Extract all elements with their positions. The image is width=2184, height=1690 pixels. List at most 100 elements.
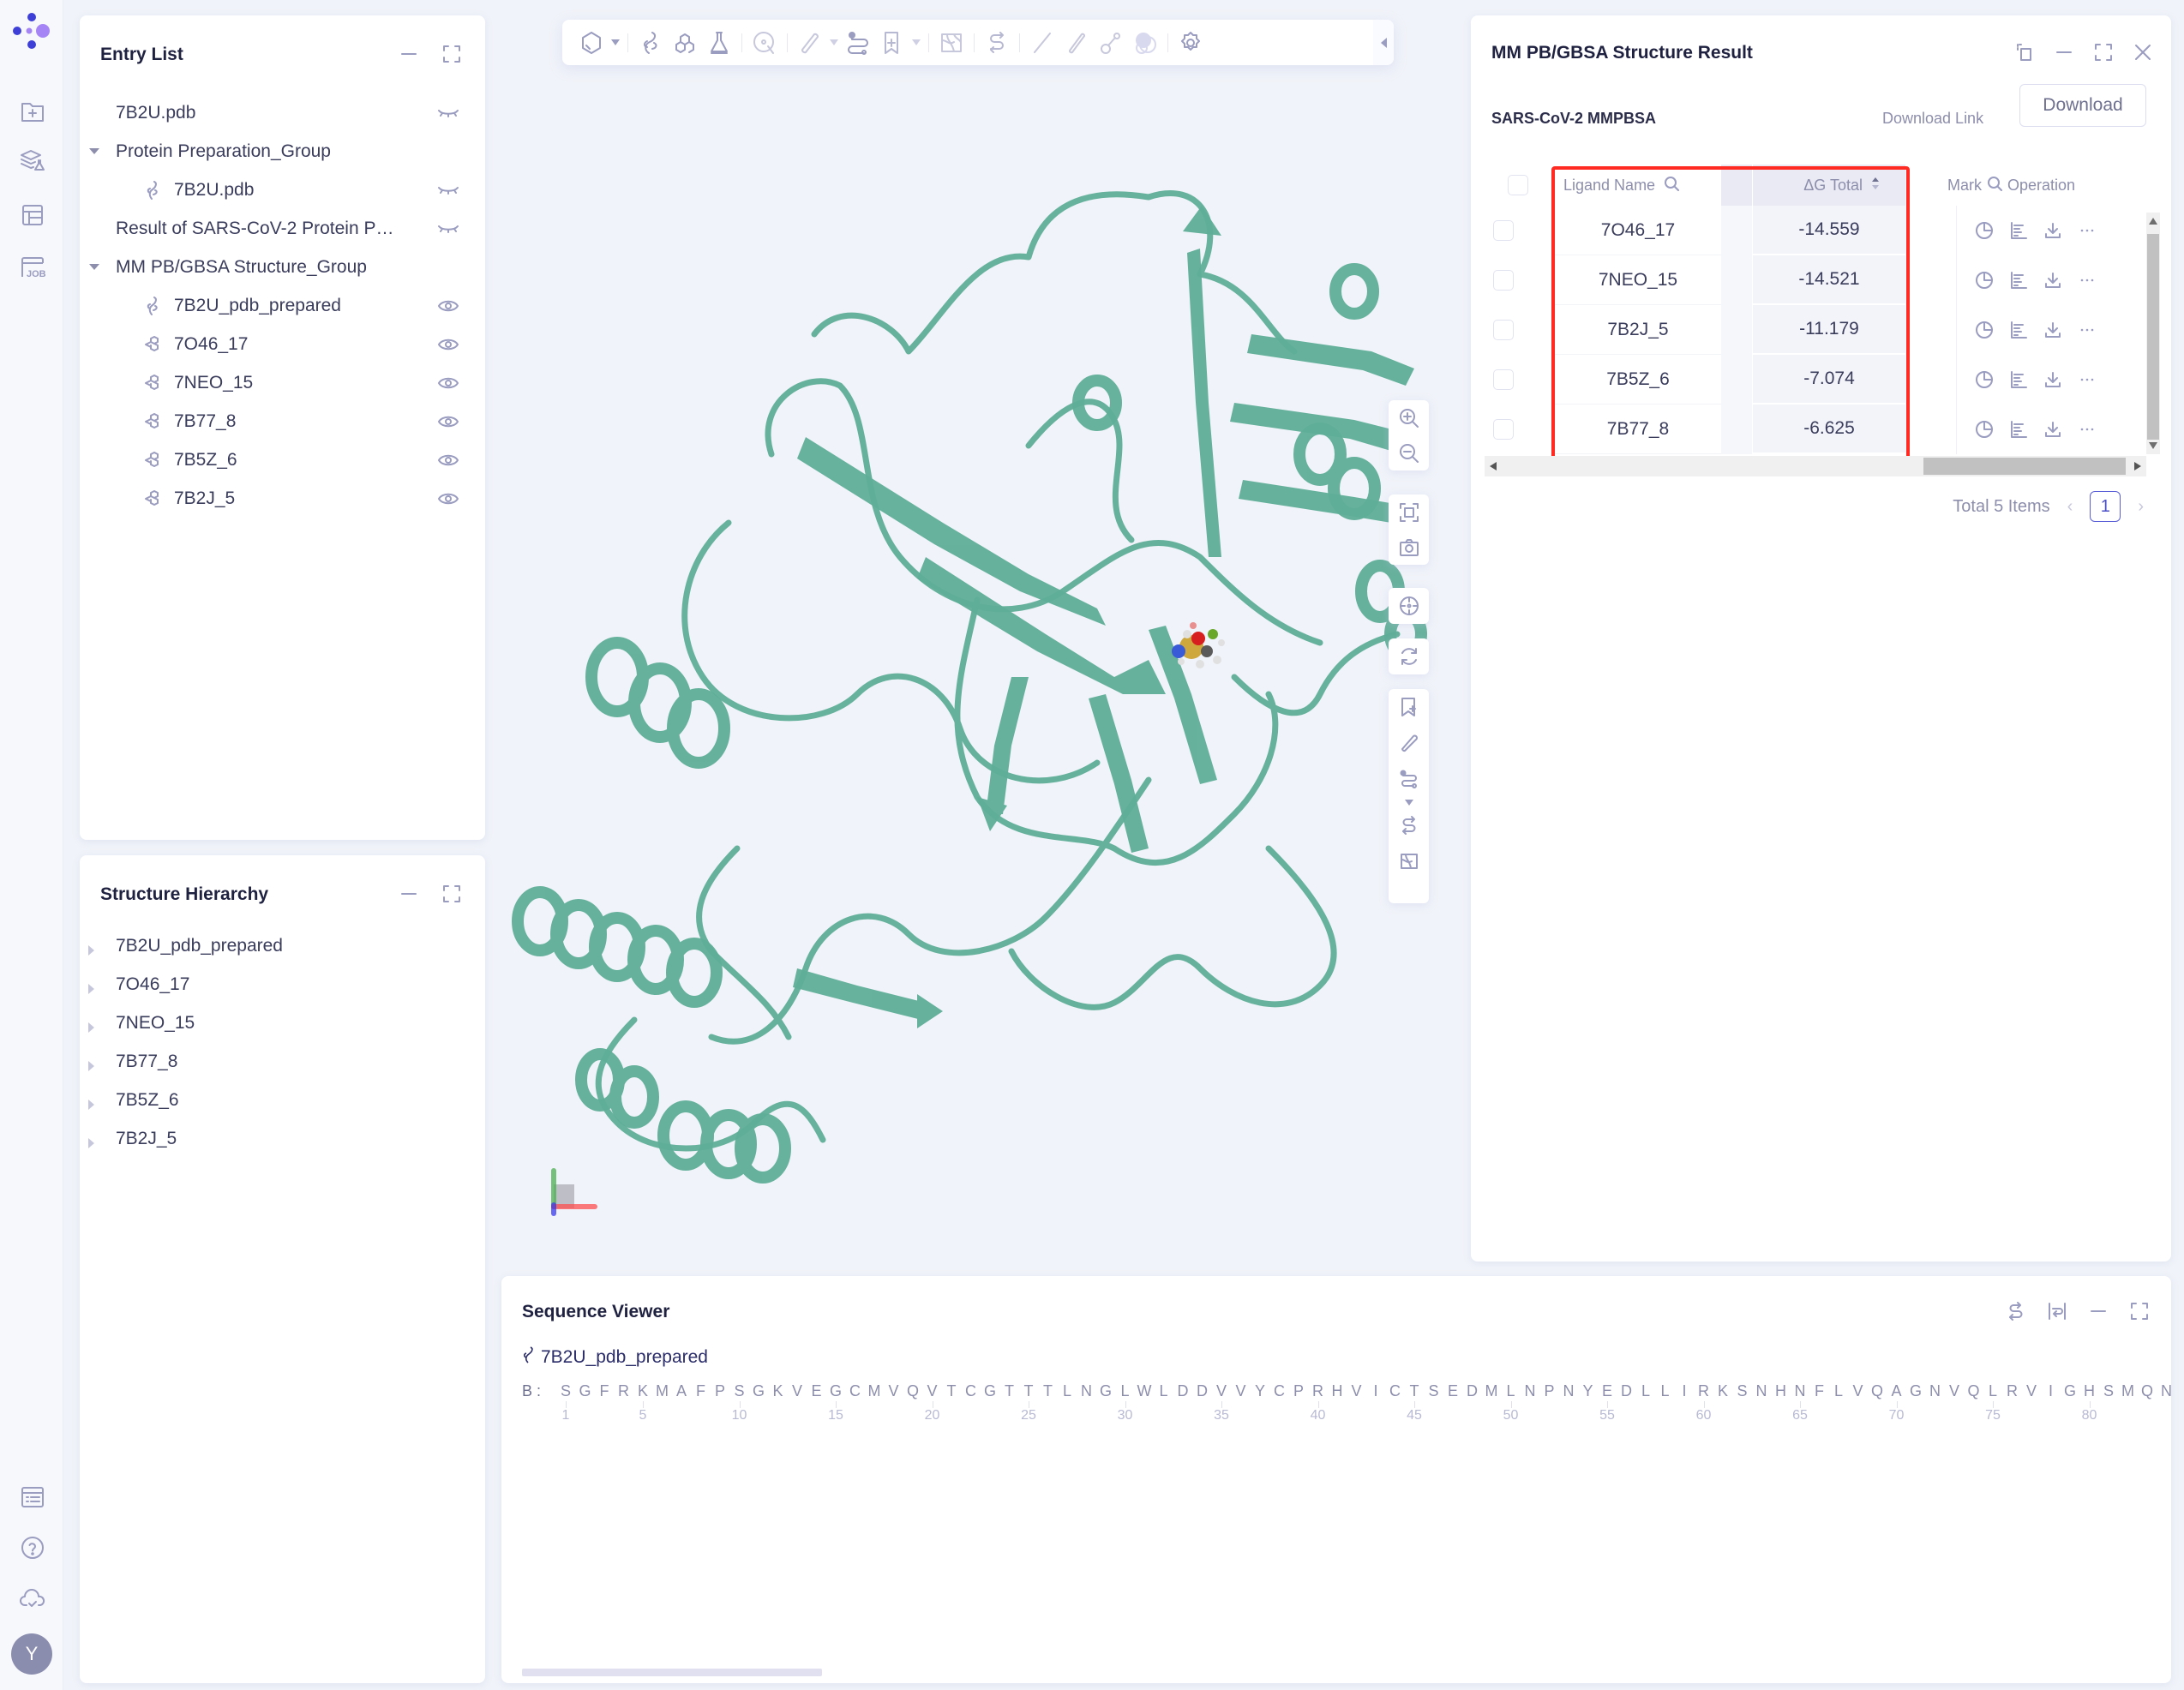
eye-icon[interactable]	[437, 449, 459, 471]
residue[interactable]: R	[1696, 1382, 1712, 1400]
residue[interactable]: T	[1021, 1382, 1036, 1400]
residue[interactable]: V	[1214, 1382, 1229, 1400]
pie-chart-icon[interactable]	[1974, 320, 1995, 340]
minimize-icon[interactable]	[2087, 1300, 2109, 1322]
hierarchy-item[interactable]: 7B2J_5	[80, 1120, 485, 1158]
residue[interactable]: V	[1233, 1382, 1249, 1400]
residue[interactable]: S	[732, 1382, 747, 1400]
bar-list-icon[interactable]	[2008, 419, 2029, 440]
hierarchy-item[interactable]: 7B77_8	[80, 1043, 485, 1081]
select-all-checkbox[interactable]	[1508, 175, 1528, 195]
sort-icon[interactable]	[1871, 177, 1880, 195]
entry-item[interactable]: 7B2U.pdb	[80, 171, 485, 209]
select-shape-dropdown[interactable]	[609, 26, 622, 60]
bar-list-icon[interactable]	[2008, 270, 2029, 291]
residue[interactable]: Y	[1252, 1382, 1268, 1400]
residue[interactable]: G	[2062, 1382, 2078, 1400]
eye-icon[interactable]	[437, 333, 459, 356]
residue[interactable]: N	[1079, 1382, 1095, 1400]
sequence-entry[interactable]: 7B2U_pdb_prepared	[522, 1346, 708, 1369]
pie-chart-icon[interactable]	[1974, 369, 1995, 390]
residue[interactable]: H	[2082, 1382, 2097, 1400]
eye-icon[interactable]	[437, 488, 459, 510]
settings-icon[interactable]	[1173, 26, 1208, 60]
residue[interactable]: P	[1542, 1382, 1557, 1400]
dg-total-header[interactable]: ΔG Total	[1753, 165, 1905, 206]
residue[interactable]: H	[1329, 1382, 1345, 1400]
table-row[interactable]: 7B77_8 -6.625	[1485, 405, 2153, 454]
caret-down-icon[interactable]	[88, 261, 100, 273]
flask-icon[interactable]	[702, 26, 736, 60]
residue[interactable]: G	[578, 1382, 593, 1400]
row-checkbox[interactable]	[1493, 369, 1514, 390]
residue[interactable]: S	[1426, 1382, 1442, 1400]
path-dropdown[interactable]	[1404, 797, 1413, 807]
maximize-icon[interactable]	[2092, 41, 2115, 63]
more-icon[interactable]	[2077, 419, 2097, 440]
residue[interactable]: E	[1445, 1382, 1461, 1400]
spacefill-icon[interactable]	[1128, 26, 1162, 60]
residue[interactable]: P	[712, 1382, 728, 1400]
line-icon[interactable]	[1025, 26, 1059, 60]
next-page-icon[interactable]: ›	[2138, 497, 2144, 517]
entry-group[interactable]: Protein Preparation_Group	[80, 133, 485, 171]
pick-atom-icon[interactable]	[747, 26, 782, 60]
residue[interactable]: R	[616, 1382, 632, 1400]
caret-down-icon[interactable]	[88, 146, 100, 158]
rotate-icon[interactable]	[1392, 638, 1426, 674]
download-icon[interactable]	[2043, 220, 2063, 241]
entry-item[interactable]: 7B5Z_6	[80, 441, 485, 479]
residue[interactable]: A	[1889, 1382, 1905, 1400]
residue[interactable]: N	[1792, 1382, 1808, 1400]
residue[interactable]: F	[597, 1382, 612, 1400]
entry-group[interactable]: MM PB/GBSA Structure_Group	[80, 249, 485, 286]
table-row[interactable]: 7B2J_5 -11.179	[1485, 305, 2153, 355]
residue[interactable]: A	[674, 1382, 689, 1400]
residue[interactable]: N	[1928, 1382, 1943, 1400]
table-row[interactable]: 7B5Z_6 -7.074	[1485, 355, 2153, 405]
residue[interactable]: N	[1754, 1382, 1769, 1400]
residue[interactable]: K	[635, 1382, 651, 1400]
residue[interactable]: V	[789, 1382, 805, 1400]
residue[interactable]: C	[963, 1382, 979, 1400]
residue[interactable]: L	[1658, 1382, 1673, 1400]
residue[interactable]: M	[1484, 1382, 1499, 1400]
residue[interactable]: H	[1773, 1382, 1789, 1400]
maximize-icon[interactable]	[441, 883, 463, 905]
more-icon[interactable]	[2077, 270, 2097, 291]
residue[interactable]: L	[1156, 1382, 1172, 1400]
row-checkbox[interactable]	[1493, 220, 1514, 241]
more-icon[interactable]	[2077, 369, 2097, 390]
residue[interactable]: E	[809, 1382, 825, 1400]
eye-closed-icon[interactable]	[437, 179, 459, 201]
residue[interactable]: I	[1368, 1382, 1383, 1400]
path-icon[interactable]	[841, 26, 875, 60]
residue[interactable]: C	[1388, 1382, 1403, 1400]
layers-flask-icon[interactable]	[18, 146, 47, 175]
caret-right-icon[interactable]	[88, 1133, 100, 1148]
pie-chart-icon[interactable]	[1974, 220, 1995, 241]
bookmark-add-icon[interactable]	[1392, 689, 1426, 725]
residue[interactable]: V	[1947, 1382, 1962, 1400]
residue[interactable]: D	[1175, 1382, 1191, 1400]
sequence-scrollbar[interactable]	[522, 1669, 822, 1676]
table-layout-icon[interactable]	[18, 201, 47, 230]
molecule-3d-viewer[interactable]	[497, 77, 1457, 1260]
residue[interactable]: L	[1118, 1382, 1133, 1400]
hierarchy-item[interactable]: 7NEO_15	[80, 1004, 485, 1042]
collapse-toolbar-icon[interactable]	[1373, 20, 1394, 65]
eye-icon[interactable]	[437, 295, 459, 317]
measure-icon[interactable]	[1392, 725, 1426, 761]
residue[interactable]: L	[1985, 1382, 2001, 1400]
residue[interactable]: F	[1812, 1382, 1827, 1400]
residue[interactable]: L	[1503, 1382, 1519, 1400]
maximize-icon[interactable]	[441, 43, 463, 65]
residue[interactable]: F	[693, 1382, 709, 1400]
ball-stick-icon[interactable]	[1094, 26, 1128, 60]
cloud-check-icon[interactable]	[18, 1585, 47, 1614]
horizontal-scrollbar[interactable]	[1485, 456, 2146, 476]
popout-icon[interactable]	[2013, 41, 2036, 63]
residue[interactable]: K	[1715, 1382, 1731, 1400]
job-icon[interactable]: JOB	[18, 252, 47, 281]
residue[interactable]: G	[751, 1382, 766, 1400]
